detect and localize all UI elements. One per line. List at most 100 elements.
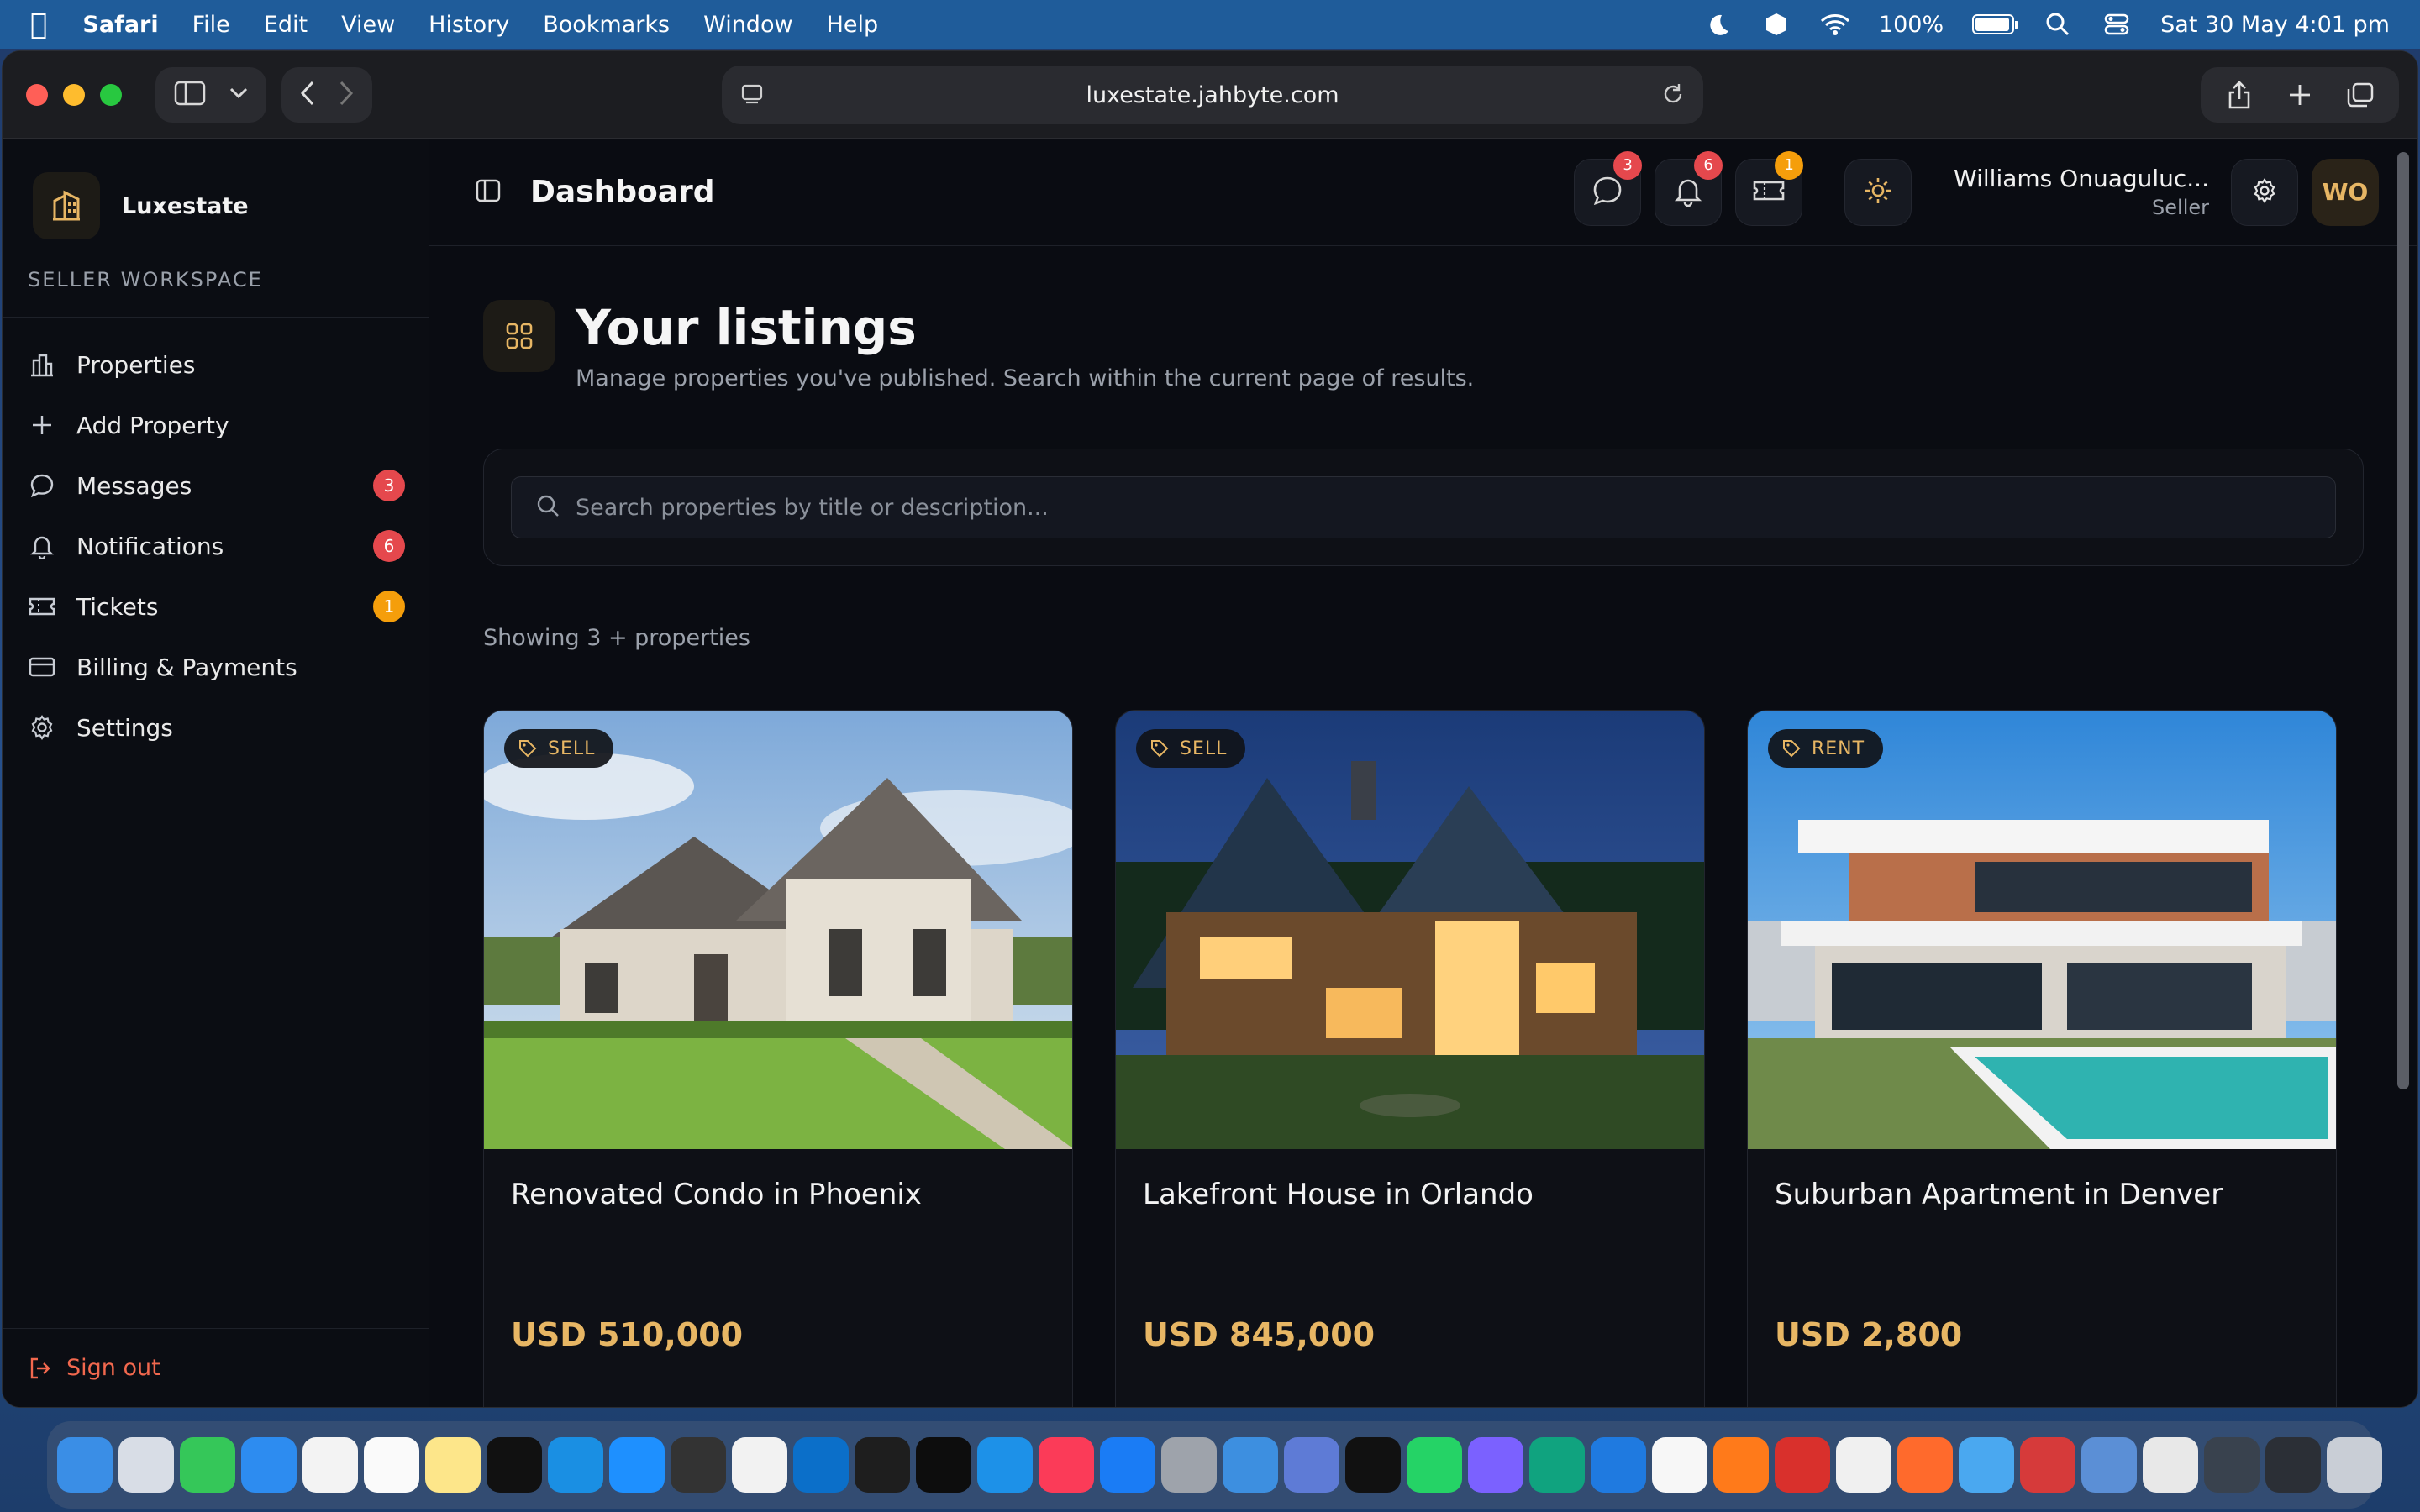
- minimize-window-button[interactable]: [63, 83, 85, 106]
- property-title[interactable]: Lakefront House in Orlando: [1116, 1149, 1704, 1289]
- tab-overview-icon[interactable]: [2330, 67, 2391, 123]
- property-image[interactable]: SELL: [1116, 711, 1704, 1149]
- xcode-icon[interactable]: [1591, 1437, 1646, 1493]
- weather-icon[interactable]: [1959, 1437, 2014, 1493]
- property-title[interactable]: Suburban Apartment in Denver: [1748, 1149, 2336, 1289]
- trash-icon[interactable]: [2327, 1437, 2382, 1493]
- page-scrollbar[interactable]: [2397, 147, 2414, 1399]
- whatsapp-icon[interactable]: [1407, 1437, 1462, 1493]
- share-icon[interactable]: [2209, 67, 2270, 123]
- screen-icon[interactable]: [2265, 1437, 2321, 1493]
- menu-window[interactable]: Window: [703, 12, 792, 38]
- postman-icon[interactable]: [1713, 1437, 1769, 1493]
- calendar-icon[interactable]: [364, 1437, 419, 1493]
- close-window-button[interactable]: [26, 83, 48, 106]
- property-image[interactable]: SELL: [484, 711, 1072, 1149]
- sidebar-item-settings[interactable]: Settings: [3, 697, 429, 758]
- files-icon[interactable]: [1223, 1437, 1278, 1493]
- menu-file[interactable]: File: [192, 12, 230, 38]
- menu-edit[interactable]: Edit: [264, 12, 308, 38]
- settings-button[interactable]: [2231, 158, 2298, 226]
- apple-tv-icon[interactable]: [487, 1437, 542, 1493]
- new-tab-icon[interactable]: [2270, 67, 2330, 123]
- battery-icon[interactable]: [1972, 14, 2019, 34]
- sidebar-collapse-icon[interactable]: [475, 178, 502, 207]
- reload-icon[interactable]: [1661, 82, 1685, 112]
- forward-icon[interactable]: [339, 81, 354, 109]
- proton-vpn-icon[interactable]: [1468, 1437, 1523, 1493]
- menu-app-name[interactable]: Safari: [82, 12, 158, 38]
- app-store-icon[interactable]: [1100, 1437, 1155, 1493]
- menubar-clock[interactable]: Sat 30 May 4:01 pm: [2160, 12, 2390, 38]
- address-bar[interactable]: luxestate.jahbyte.com: [722, 66, 1703, 124]
- notifications-button[interactable]: 6: [1655, 150, 1723, 226]
- cube-app-icon[interactable]: [671, 1437, 726, 1493]
- avatar[interactable]: WO: [2312, 158, 2379, 226]
- sidebar-item-tickets[interactable]: Tickets 1: [3, 576, 429, 637]
- sidebar-toggle-icon[interactable]: [174, 81, 206, 109]
- sidebar-item-properties[interactable]: Properties: [3, 334, 429, 395]
- mail-icon[interactable]: [241, 1437, 297, 1493]
- spreadsheet-icon[interactable]: [1836, 1437, 1891, 1493]
- moon-icon[interactable]: [1702, 12, 1733, 37]
- search-box[interactable]: [511, 476, 2336, 538]
- photos-icon[interactable]: [302, 1437, 358, 1493]
- property-card[interactable]: SELL Renovated Condo in Phoenix USD 510,…: [483, 710, 1073, 1407]
- edge-icon[interactable]: [548, 1437, 603, 1493]
- property-card[interactable]: RENT Suburban Apartment in Denver USD 2,…: [1747, 710, 2337, 1407]
- user-info[interactable]: Williams Onuaguluc... Seller: [1954, 165, 2209, 219]
- back-icon[interactable]: [300, 81, 315, 109]
- wifi-icon[interactable]: [1820, 12, 1850, 37]
- menu-view[interactable]: View: [341, 12, 395, 38]
- messages-button[interactable]: 3: [1574, 150, 1643, 226]
- disk-utility-icon[interactable]: [2081, 1437, 2137, 1493]
- music-icon[interactable]: [1039, 1437, 1094, 1493]
- upwork-icon[interactable]: [1345, 1437, 1401, 1493]
- search-input[interactable]: [576, 494, 2172, 521]
- figma-icon[interactable]: [855, 1437, 910, 1493]
- property-image[interactable]: RENT: [1748, 711, 2336, 1149]
- menu-history[interactable]: History: [429, 12, 509, 38]
- sidebar-item-billing[interactable]: Billing & Payments: [3, 637, 429, 697]
- simulator-icon[interactable]: [1284, 1437, 1339, 1493]
- theme-toggle-button[interactable]: [1844, 158, 1912, 226]
- toolbox-icon[interactable]: [1775, 1437, 1830, 1493]
- property-title[interactable]: Renovated Condo in Phoenix: [484, 1149, 1072, 1289]
- sidebar-item-messages[interactable]: Messages 3: [3, 455, 429, 516]
- property-card[interactable]: SELL Lakefront House in Orlando USD 845,…: [1115, 710, 1705, 1407]
- vscode-icon[interactable]: [793, 1437, 849, 1493]
- spotlight-search-icon[interactable]: [2043, 12, 2073, 37]
- terminal-icon[interactable]: [916, 1437, 971, 1493]
- mongodb-icon[interactable]: [1652, 1437, 1707, 1493]
- apple-icon[interactable]: : [30, 8, 47, 41]
- dictionary-icon[interactable]: [2020, 1437, 2075, 1493]
- notes-icon[interactable]: [425, 1437, 481, 1493]
- url-text[interactable]: luxestate.jahbyte.com: [1086, 82, 1339, 108]
- system-settings-icon[interactable]: [1161, 1437, 1217, 1493]
- sign-out-button[interactable]: Sign out: [3, 1328, 429, 1407]
- chatgpt-icon[interactable]: [1529, 1437, 1585, 1493]
- page-settings-icon[interactable]: [740, 82, 764, 112]
- sidebar-item-add-property[interactable]: Add Property: [3, 395, 429, 455]
- property-cards: SELL Renovated Condo in Phoenix USD 510,…: [483, 710, 2364, 1407]
- preview-icon[interactable]: [2143, 1437, 2198, 1493]
- launchpad-icon[interactable]: [118, 1437, 174, 1493]
- keyboard-icon[interactable]: [2204, 1437, 2260, 1493]
- zoom-window-button[interactable]: [100, 83, 122, 106]
- menu-help[interactable]: Help: [827, 12, 879, 38]
- docker-icon[interactable]: [977, 1437, 1033, 1493]
- chrome-icon[interactable]: [732, 1437, 787, 1493]
- safari-icon[interactable]: [609, 1437, 665, 1493]
- tickets-button[interactable]: 1: [1735, 150, 1804, 226]
- brand[interactable]: Luxestate: [3, 139, 429, 239]
- firefox-icon[interactable]: [1897, 1437, 1953, 1493]
- chevron-down-icon[interactable]: [229, 87, 248, 102]
- sidebar-item-label: Tickets: [76, 592, 159, 621]
- messages-app-icon[interactable]: [180, 1437, 235, 1493]
- finder-icon[interactable]: [57, 1437, 113, 1493]
- sidebar-item-notifications[interactable]: Notifications 6: [3, 516, 429, 576]
- control-center-icon[interactable]: [2102, 12, 2132, 37]
- menu-bookmarks[interactable]: Bookmarks: [543, 12, 670, 38]
- cube-icon[interactable]: [1761, 12, 1791, 37]
- scrollbar-thumb[interactable]: [2397, 152, 2409, 1089]
